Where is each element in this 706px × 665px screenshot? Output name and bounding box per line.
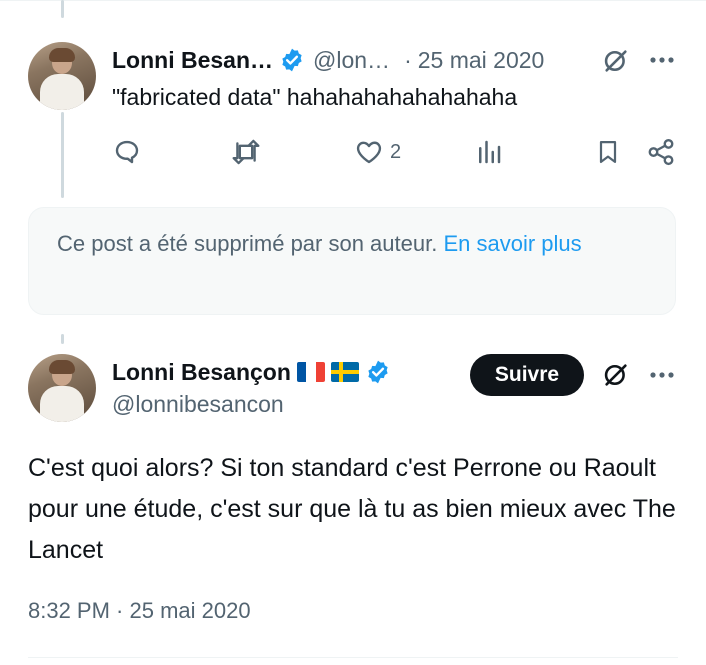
reply-author-name[interactable]: Lonni Besan…: [112, 47, 273, 74]
repost-icon: [230, 137, 262, 167]
like-count: 2: [390, 140, 402, 163]
reply-author-handle[interactable]: @lon…: [313, 47, 390, 74]
main-author-avatar[interactable]: [28, 354, 96, 422]
more-icon[interactable]: [646, 363, 678, 387]
main-author-handle[interactable]: @lonnibesancon: [112, 391, 284, 418]
bookmark-icon: [594, 137, 622, 167]
bottom-divider: [28, 657, 678, 658]
reply-action-bar: 2: [110, 135, 680, 169]
main-tweet-text: C'est quoi alors? Si ton standard c'est …: [28, 454, 676, 564]
reply-date[interactable]: 25 mai 2020: [418, 47, 545, 74]
learn-more-link[interactable]: En savoir plus: [443, 231, 581, 256]
flag-sweden-icon: [330, 362, 359, 382]
more-icon[interactable]: [646, 48, 678, 72]
deleted-post-notice: Ce post a été supprimé par son auteur. E…: [28, 207, 676, 315]
views-button[interactable]: [474, 135, 504, 169]
reply-text: "fabricated data" hahahahahahahahaha: [112, 84, 518, 110]
reply-button[interactable]: [112, 135, 142, 169]
like-icon: [354, 137, 384, 167]
main-tweet-timestamp[interactable]: 8:32 PM · 25 mai 2020: [28, 598, 251, 624]
main-author-name-row: Lonni Besançon: [112, 356, 391, 388]
verified-badge-icon: [279, 47, 305, 73]
verified-badge-icon: [365, 359, 391, 385]
deleted-notice-text: Ce post a été supprimé par son auteur.: [57, 231, 438, 256]
reply-header: Lonni Besan… @lon… · 25 mai 2020: [112, 44, 544, 76]
reply-icon: [112, 137, 142, 167]
views-icon: [474, 137, 504, 167]
flag-france-icon: [296, 362, 325, 382]
bookmark-button[interactable]: [594, 135, 622, 169]
share-button[interactable]: [646, 135, 676, 169]
grok-icon[interactable]: [598, 358, 634, 392]
thread-connector-top: [61, 0, 64, 18]
share-icon: [646, 137, 676, 167]
reply-author-avatar[interactable]: [28, 42, 96, 110]
like-button[interactable]: 2: [354, 135, 401, 169]
thread-connector-bottom: [61, 334, 64, 344]
repost-button[interactable]: [230, 135, 262, 169]
thread-connector-middle: [61, 112, 64, 198]
main-author-name[interactable]: Lonni Besançon: [112, 359, 291, 386]
grok-icon[interactable]: [598, 44, 634, 78]
reply-separator: ·: [404, 46, 412, 73]
top-divider: [0, 0, 706, 1]
follow-button[interactable]: Suivre: [470, 354, 584, 396]
